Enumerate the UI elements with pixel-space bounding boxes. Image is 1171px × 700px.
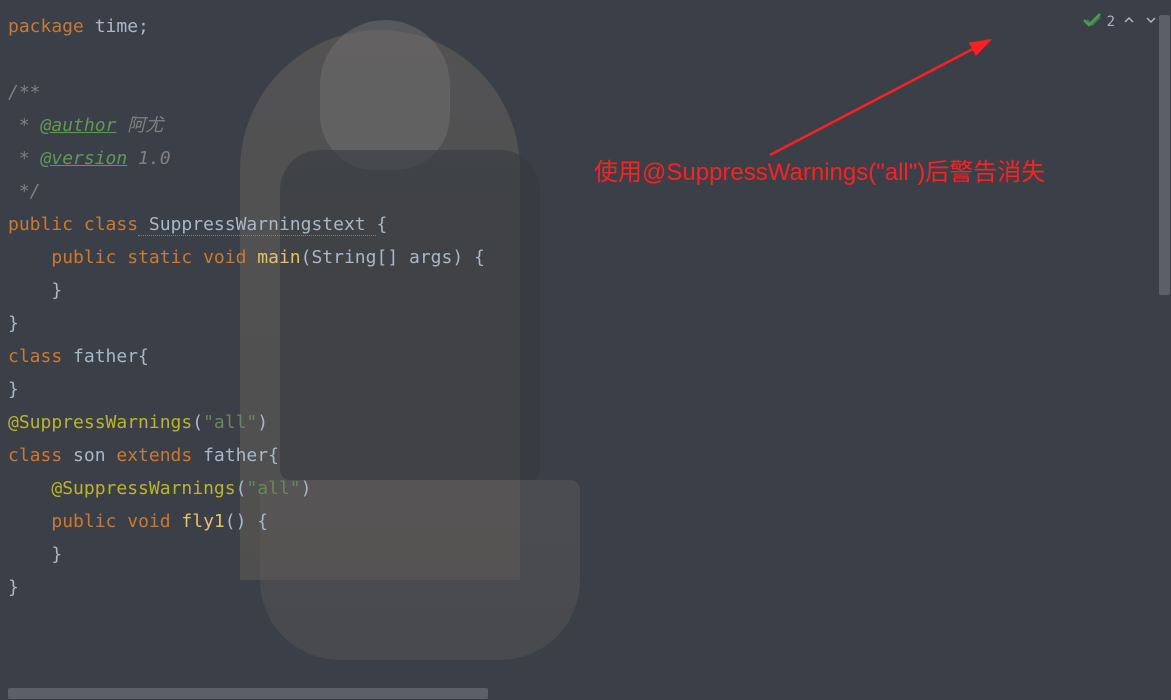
code-line-15[interactable]: @SuppressWarnings("all") — [8, 472, 1171, 505]
horizontal-scrollbar[interactable] — [0, 687, 1171, 700]
code-line-2[interactable] — [8, 43, 1171, 76]
vertical-scrollbar[interactable] — [1158, 0, 1171, 700]
code-line-14[interactable]: class son extends father{ — [8, 439, 1171, 472]
code-line-17[interactable]: } — [8, 538, 1171, 571]
check-icon[interactable] — [1083, 12, 1101, 31]
code-line-10[interactable]: } — [8, 307, 1171, 340]
code-line-9[interactable]: } — [8, 274, 1171, 307]
code-line-1[interactable]: package time; — [8, 10, 1171, 43]
code-line-11[interactable]: class father{ — [8, 340, 1171, 373]
code-line-18[interactable]: } — [8, 571, 1171, 604]
code-line-3[interactable]: /** — [8, 76, 1171, 109]
code-line-7[interactable]: public class SuppressWarningstext { — [8, 208, 1171, 241]
inspection-toolbar: 2 — [1083, 12, 1159, 31]
horizontal-scrollbar-thumb[interactable] — [8, 688, 488, 699]
chevron-down-icon[interactable] — [1143, 14, 1159, 30]
chevron-up-icon[interactable] — [1121, 14, 1137, 30]
code-line-13[interactable]: @SuppressWarnings("all") — [8, 406, 1171, 439]
code-editor[interactable]: package time; /** * @author 阿尤 * @versio… — [0, 0, 1171, 700]
annotation-label: 使用@SuppressWarnings("all")后警告消失 — [594, 152, 1045, 187]
vertical-scrollbar-thumb[interactable] — [1159, 15, 1170, 295]
warning-count: 2 — [1107, 14, 1115, 30]
code-line-16[interactable]: public void fly1() { — [8, 505, 1171, 538]
code-line-8[interactable]: public static void main(String[] args) { — [8, 241, 1171, 274]
code-line-4[interactable]: * @author 阿尤 — [8, 109, 1171, 142]
code-line-12[interactable]: } — [8, 373, 1171, 406]
